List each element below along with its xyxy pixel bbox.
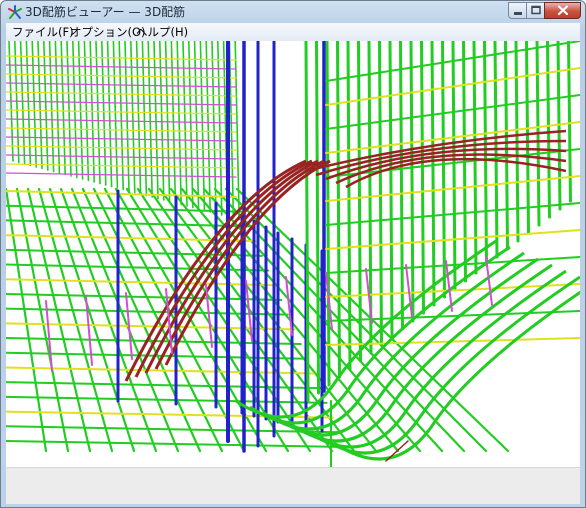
close-button[interactable] <box>544 2 581 19</box>
menu-help[interactable]: ヘルプ(H) <box>134 24 190 40</box>
rebar-scene <box>6 41 580 467</box>
minimize-button[interactable] <box>508 2 527 19</box>
3d-rebar-viewport[interactable] <box>6 41 580 467</box>
maximize-button[interactable] <box>526 2 545 19</box>
menu-file[interactable]: ファイル(F) <box>10 24 76 40</box>
app-star-icon <box>8 5 22 19</box>
menu-bar: ファイル(F) オプション(O) ヘルプ(H) <box>6 23 580 42</box>
status-bar <box>6 467 580 504</box>
window-title: 3D配筋ビューアー — 3D配筋 <box>25 5 186 19</box>
close-icon <box>557 5 569 16</box>
title-bar[interactable]: 3D配筋ビューアー — 3D配筋 <box>1 1 585 23</box>
app-window: 3D配筋ビューアー — 3D配筋 ファイル(F) オプション(O) ヘルプ(H) <box>0 0 586 508</box>
